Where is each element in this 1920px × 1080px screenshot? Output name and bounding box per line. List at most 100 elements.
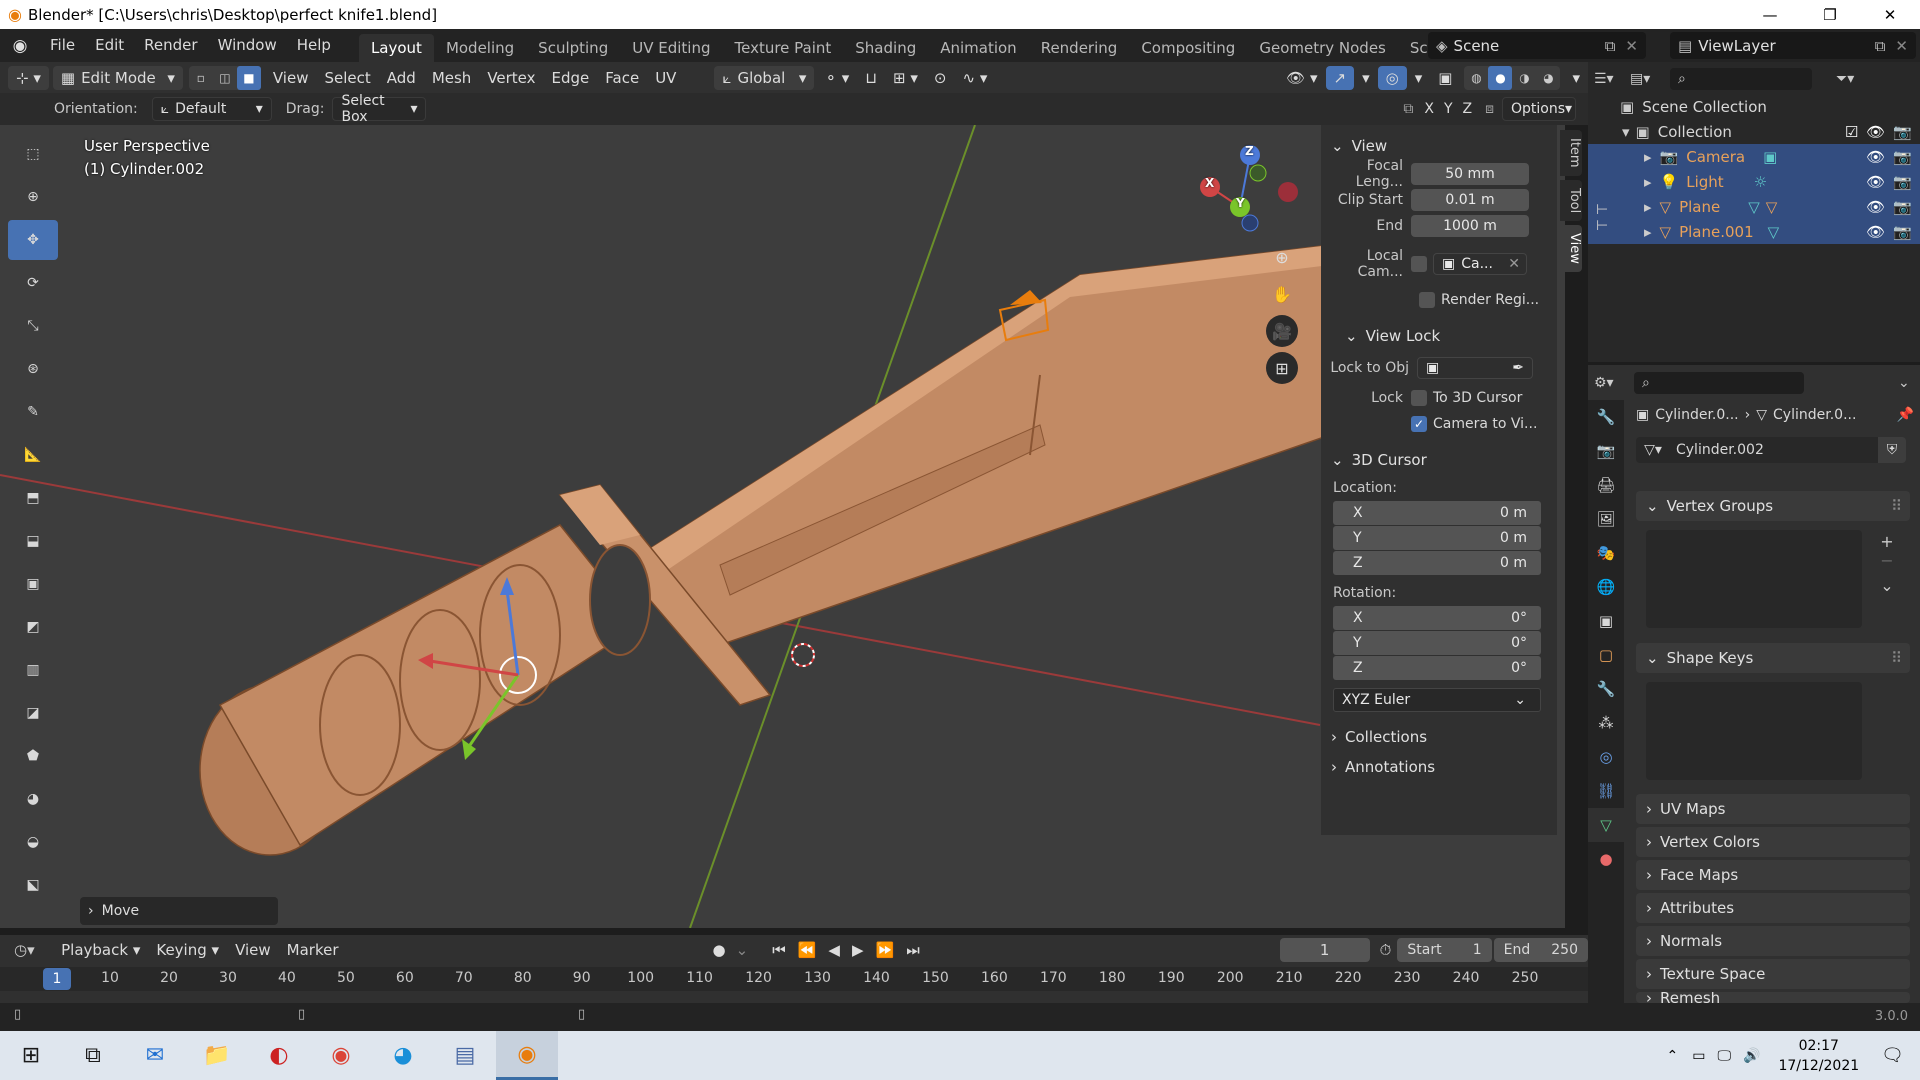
collection-tab-icon[interactable]: ▣ [1588,604,1624,638]
auto-keying-icon[interactable]: ● [713,941,726,959]
notepad-icon[interactable]: ▤ [434,1031,496,1080]
remove-view-layer-icon[interactable]: ✕ [1895,37,1908,55]
chrome-icon[interactable]: ◉ [310,1031,372,1080]
mesh-data-icon[interactable]: ▽ [1748,198,1760,216]
wireframe-shading-icon[interactable]: ◍ [1464,66,1488,90]
outliner-search-field[interactable]: ⌕ [1670,68,1812,90]
cursor-rotation-x[interactable]: X 0° [1333,606,1541,630]
menu-mesh[interactable]: Mesh [424,66,480,90]
menu-vertex[interactable]: Vertex [479,66,543,90]
mirror-z-toggle[interactable]: Z [1458,97,1478,121]
mirror-y-toggle[interactable]: Y [1439,97,1458,121]
cursor-rotation-z[interactable]: Z 0° [1333,656,1541,680]
menu-uv[interactable]: UV [647,66,684,90]
auto-merge-icon[interactable]: ⧈ [1485,101,1494,117]
cursor-icon[interactable]: ⊕ [8,177,58,217]
jump-next-key-icon[interactable]: ⏩ [876,941,895,959]
output-tab-icon[interactable]: 🖨 [1588,468,1624,502]
jump-end-icon[interactable]: ⏭ [906,941,920,959]
clip-start-field[interactable]: 0.01 m [1411,189,1529,211]
mesh-data-icon[interactable]: ▽ [1768,223,1780,241]
menu-playback[interactable]: Playback ▾ [53,938,148,962]
edge-select-icon[interactable]: ◫ [213,66,237,90]
object-tab-icon[interactable]: ▢ [1588,638,1624,672]
mail-icon[interactable]: ✉ [124,1031,186,1080]
visibility-eye-icon[interactable]: 👁 [1866,173,1885,191]
snap-target-icon[interactable]: ⊞ ▾ [885,66,926,90]
outliner-item-plane-001[interactable]: ▸ ▽ Plane.001 ▽ 👁 📷 [1588,219,1920,244]
end-frame-field[interactable]: End 250 [1493,938,1588,962]
play-icon[interactable]: ▶ [852,941,864,959]
camera-data-icon[interactable]: ▣ [1763,148,1777,166]
current-frame-field[interactable]: 1 [1279,938,1370,962]
tool-tab-icon[interactable]: 🔧 [1588,400,1624,434]
tab-animation[interactable]: Animation [928,34,1028,62]
uv-maps-header[interactable]: › UV Maps [1636,794,1910,824]
keying-set-icon[interactable]: ⌄ [736,941,749,959]
normals-header[interactable]: › Normals [1636,926,1910,956]
scale-icon[interactable]: ⤡ [8,306,58,346]
menu-window[interactable]: Window [208,29,287,62]
constraints-tab-icon[interactable]: ⛓ [1588,774,1624,808]
world-tab-icon[interactable]: 🌐 [1588,570,1624,604]
frame-ruler[interactable]: 1 10 20 30 40 50 60 70 80 90 100 110 120 130 140 150 160… [0,967,1588,991]
clear-icon[interactable]: ✕ [1508,256,1520,272]
battery-icon[interactable]: ▭ [1692,1048,1705,1064]
tab-texture-paint[interactable]: Texture Paint [722,34,843,62]
visibility-eye-icon[interactable]: 👁 [1866,148,1885,166]
properties-options-icon[interactable]: ⌄ [1898,375,1910,391]
edge-browser-icon[interactable]: ◕ [372,1031,434,1080]
clip-end-field[interactable]: 1000 m [1411,215,1529,237]
render-camera-icon[interactable]: 📷 [1893,198,1912,216]
outliner-item-plane[interactable]: ▸ ▽ Plane ▽ ▽ 👁 📷 [1588,194,1920,219]
render-camera-icon[interactable]: 📷 [1893,123,1912,141]
windows-start-icon[interactable]: ⊞ [0,1031,62,1080]
render-camera-icon[interactable]: 📷 [1893,148,1912,166]
drag-dropdown[interactable]: Select Box ▾ [332,93,427,125]
tab-uv-editing[interactable]: UV Editing [620,34,722,62]
tab-compositing[interactable]: Compositing [1129,34,1247,62]
timeline-editor-icon[interactable]: ◷▾ [14,941,53,959]
scene-selector[interactable]: ◈ Scene ⧉ ✕ [1428,32,1646,59]
zoom-icon[interactable]: ⊕ [1266,241,1298,273]
perspective-grid-icon[interactable]: ⊞ [1266,352,1298,384]
menu-timeline-view[interactable]: View [227,938,279,962]
visibility-icon[interactable]: 👁 ▾ [1278,66,1325,90]
menu-help[interactable]: Help [287,29,341,62]
visibility-eye-icon[interactable]: 👁 [1866,223,1885,241]
task-view-icon[interactable]: ⧉ [62,1031,124,1080]
local-camera-field[interactable]: ▣ Ca... ✕ [1433,253,1527,275]
maximize-button[interactable]: ❐ [1800,0,1860,29]
overlays-toggle-icon[interactable]: ◎ [1377,65,1407,90]
blender-taskbar-icon[interactable]: ◉ [496,1031,558,1080]
gizmo-options-icon[interactable]: ▾ [1354,66,1378,90]
poly-build-icon[interactable]: ⬟ [8,736,58,776]
solid-shading-icon[interactable]: ● [1488,65,1513,90]
new-scene-icon[interactable]: ⧉ [1605,37,1616,55]
focal-length-field[interactable]: 50 mm [1411,163,1529,185]
pivot-point-icon[interactable]: ⚬ ▾ [816,66,857,90]
eyedropper-icon[interactable]: ✒ [1512,360,1524,376]
knife-icon[interactable]: ◪ [8,693,58,733]
mirror-icon[interactable]: ⧉ [1403,101,1413,117]
shading-options-icon[interactable]: ▾ [1564,66,1588,90]
camera-to-view-checkbox[interactable]: ✓ [1411,416,1427,432]
modifier-tab-icon[interactable]: 🔧 [1588,672,1624,706]
tab-geometry-nodes[interactable]: Geometry Nodes [1247,34,1398,62]
measure-icon[interactable]: 📐 [8,435,58,475]
annotate-icon[interactable]: ✎ [8,392,58,432]
properties-search-field[interactable]: ⌕ [1634,372,1804,394]
app-red-icon[interactable]: ◐ [248,1031,310,1080]
cursor-location-z[interactable]: Z 0 m [1333,551,1541,575]
transform-icon[interactable]: ⊛ [8,349,58,389]
falloff-icon[interactable]: ∿ ▾ [955,66,996,90]
rotate-icon[interactable]: ⟳ [8,263,58,303]
physics-tab-icon[interactable]: ◎ [1588,740,1624,774]
spin-icon[interactable]: ◕ [8,779,58,819]
menu-keying[interactable]: Keying ▾ [148,938,227,962]
menu-edge[interactable]: Edge [544,66,598,90]
add-cube-icon[interactable]: ⬒ [8,478,58,518]
options-dropdown[interactable]: Options ▾ [1502,97,1576,121]
last-operator-panel[interactable]: › Move [80,897,278,925]
tab-view[interactable]: View [1560,224,1582,272]
